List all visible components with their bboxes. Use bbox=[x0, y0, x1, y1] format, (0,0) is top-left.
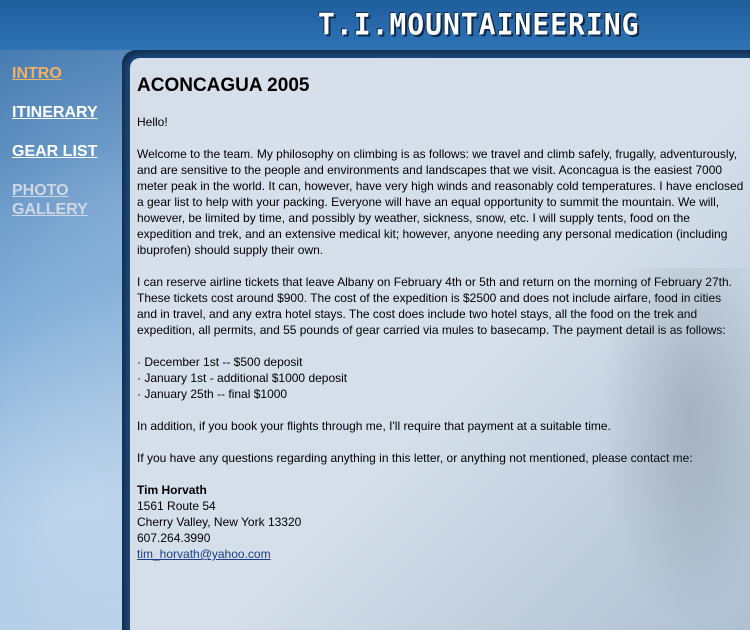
sidebar-nav: INTRO ITINERARY GEAR LIST PHOTO GALLERY bbox=[12, 64, 122, 239]
contact-email-link[interactable]: tim_horvath@yahoo.com bbox=[137, 547, 271, 561]
flights-paragraph: In addition, if you book your flights th… bbox=[137, 419, 611, 433]
content-panel: ACONCAGUA 2005 Hello! Welcome to the tea… bbox=[130, 58, 750, 630]
nav-link-photo-gallery[interactable]: PHOTO GALLERY bbox=[12, 181, 122, 219]
intro-paragraph: Welcome to the team. My philosophy on cl… bbox=[137, 147, 744, 257]
nav-link-gear-list[interactable]: GEAR LIST bbox=[12, 142, 122, 161]
page-title: ACONCAGUA 2005 bbox=[137, 75, 310, 96]
payment-item: · December 1st -- $500 deposit bbox=[137, 355, 303, 369]
nav-link-intro[interactable]: INTRO bbox=[12, 64, 122, 83]
nav-link-itinerary[interactable]: ITINERARY bbox=[12, 103, 122, 122]
contact-block: Tim Horvath 1561 Route 54 Cherry Valley,… bbox=[137, 482, 750, 562]
cost-paragraph: I can reserve airline tickets that leave… bbox=[137, 275, 732, 337]
site-logo: T.I.MOUNTAINEERING bbox=[318, 7, 640, 42]
payment-item: · January 25th -- final $1000 bbox=[137, 387, 288, 401]
contact-phone: 607.264.3990 bbox=[137, 531, 211, 545]
header-banner: T.I.MOUNTAINEERING bbox=[0, 0, 750, 50]
contact-address-line2: Cherry Valley, New York 13320 bbox=[137, 515, 302, 529]
greeting-text: Hello! bbox=[137, 115, 168, 129]
payment-item: · January 1st - additional $1000 deposit bbox=[137, 371, 348, 385]
contact-name: Tim Horvath bbox=[137, 483, 207, 497]
payment-list: · December 1st -- $500 deposit · January… bbox=[137, 354, 750, 402]
contact-address-line1: 1561 Route 54 bbox=[137, 499, 216, 513]
questions-paragraph: If you have any questions regarding anyt… bbox=[137, 451, 693, 465]
